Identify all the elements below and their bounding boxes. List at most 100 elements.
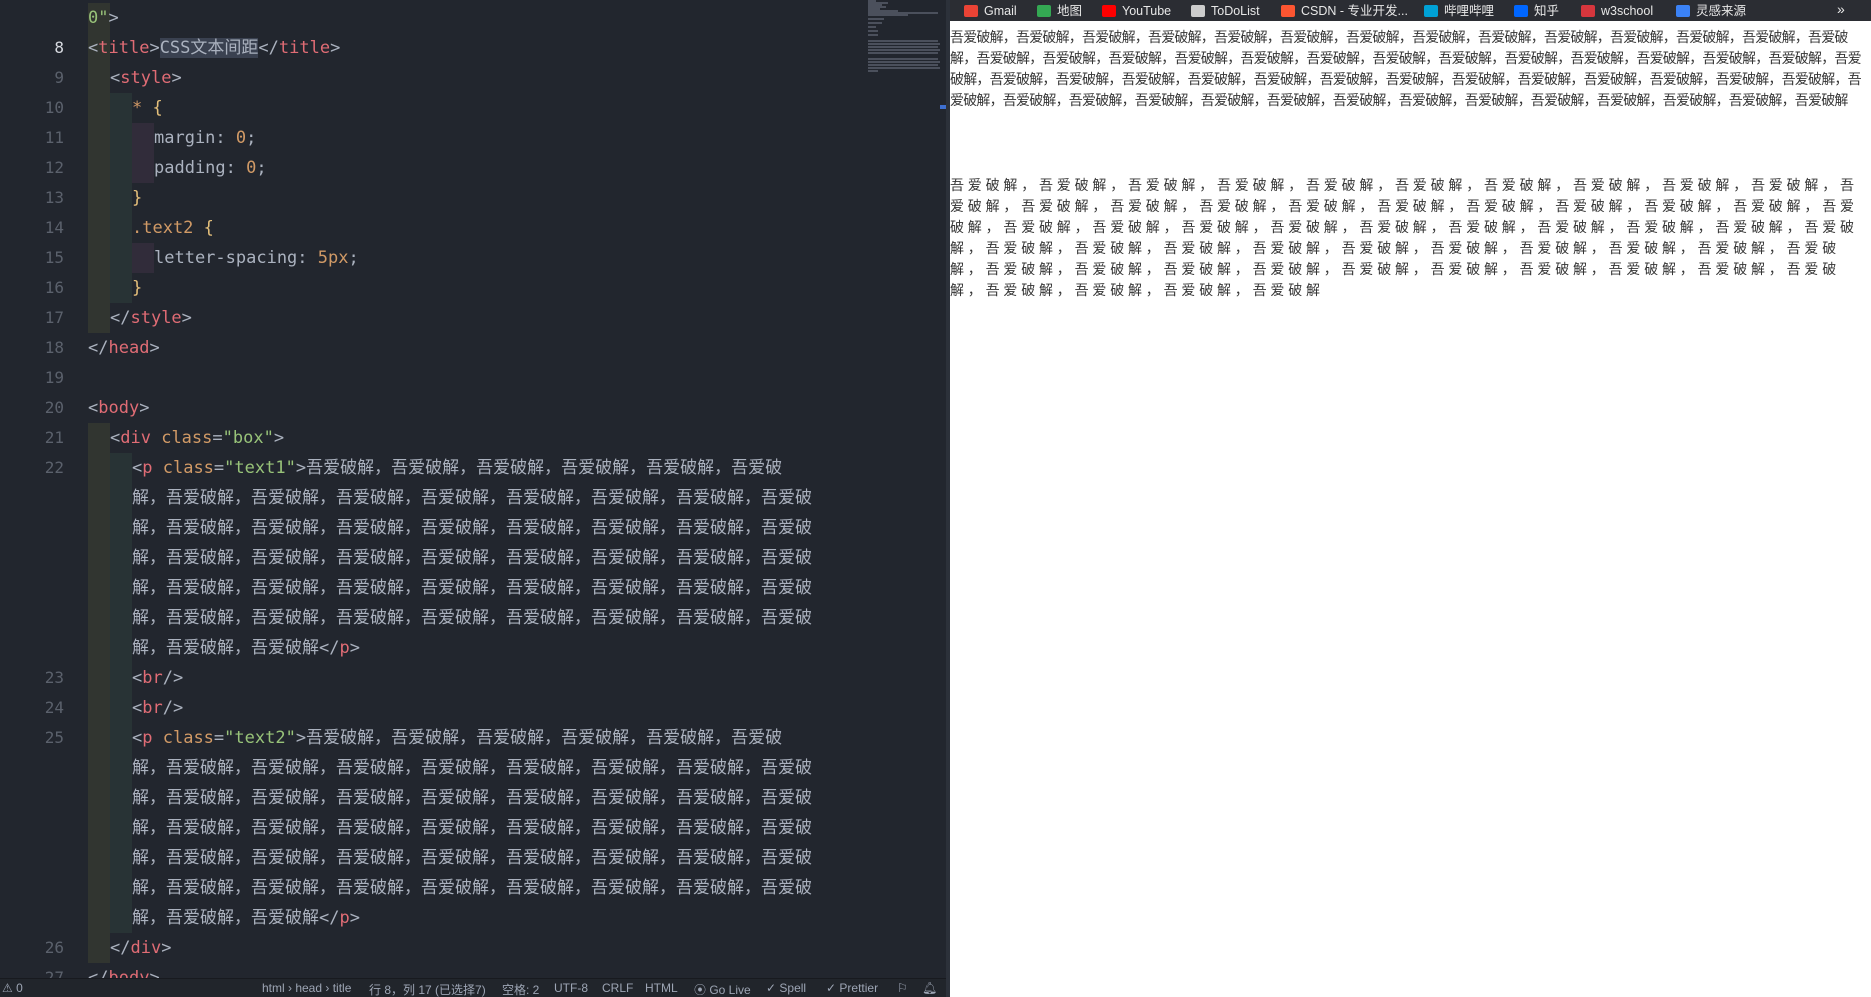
indent-guide bbox=[110, 483, 132, 513]
code-token: < bbox=[132, 728, 143, 748]
minimap-line bbox=[868, 34, 878, 36]
indent-guide bbox=[110, 843, 132, 873]
code-line[interactable]: <style> bbox=[110, 63, 182, 93]
code-line[interactable]: 解，吾爱破解，吾爱破解</p> bbox=[132, 903, 360, 933]
code-line[interactable]: 解，吾爱破解，吾爱破解</p> bbox=[132, 633, 360, 663]
spell-button[interactable]: ✓ Spell bbox=[766, 981, 806, 995]
code-line[interactable]: 解，吾爱破解，吾爱破解，吾爱破解，吾爱破解，吾爱破解，吾爱破解，吾爱破解，吾爱破 bbox=[132, 483, 812, 513]
go-live-button[interactable]: ⦿ Go Live bbox=[694, 981, 751, 997]
minimap-line bbox=[868, 14, 908, 16]
indent-guide bbox=[110, 273, 132, 303]
cursor-position[interactable]: 行 8，列 17 (已选择7) bbox=[369, 981, 486, 997]
code-line[interactable]: 解，吾爱破解，吾爱破解，吾爱破解，吾爱破解，吾爱破解，吾爱破解，吾爱破解，吾爱破 bbox=[132, 813, 812, 843]
indent-guide bbox=[110, 693, 132, 723]
spell-label: Spell bbox=[779, 981, 807, 995]
code-line[interactable]: 解，吾爱破解，吾爱破解，吾爱破解，吾爱破解，吾爱破解，吾爱破解，吾爱破解，吾爱破 bbox=[132, 873, 812, 903]
code-token: < bbox=[88, 398, 99, 418]
code-line[interactable]: 解，吾爱破解，吾爱破解，吾爱破解，吾爱破解，吾爱破解，吾爱破解，吾爱破解，吾爱破 bbox=[132, 573, 812, 603]
line-number: 24 bbox=[44, 698, 64, 717]
indent-guide bbox=[110, 813, 132, 843]
bookmark-item[interactable]: Gmail bbox=[964, 3, 1017, 19]
code-line[interactable]: .text2 { bbox=[132, 213, 214, 243]
bookmark-label: 哔哩哔哩 bbox=[1444, 4, 1495, 18]
code-line[interactable]: <br/> bbox=[132, 693, 183, 723]
code-line[interactable]: <p class="text2">吾爱破解，吾爱破解，吾爱破解，吾爱破解，吾爱破… bbox=[132, 723, 782, 753]
bilibili-icon bbox=[1424, 5, 1438, 17]
indent-guide bbox=[88, 873, 110, 903]
bookmark-item[interactable]: YouTube bbox=[1102, 3, 1171, 19]
indentation[interactable]: 空格: 2 bbox=[502, 981, 539, 997]
bookmark-item[interactable]: ToDoList bbox=[1191, 3, 1260, 19]
code-line[interactable]: 解，吾爱破解，吾爱破解，吾爱破解，吾爱破解，吾爱破解，吾爱破解，吾爱破解，吾爱破 bbox=[132, 783, 812, 813]
notifications-bell-icon[interactable]: 🔔︎ bbox=[922, 981, 937, 995]
code-token: 解，吾爱破解，吾爱破解 bbox=[132, 908, 319, 928]
code-line[interactable]: margin: 0; bbox=[154, 123, 256, 153]
code-token: 0 bbox=[246, 158, 257, 178]
code-token: < bbox=[132, 698, 143, 718]
indent-guide bbox=[88, 813, 110, 843]
code-line[interactable]: <body> bbox=[88, 393, 149, 423]
code-token: } bbox=[132, 278, 143, 298]
code-token: 解，吾爱破解，吾爱破解，吾爱破解，吾爱破解，吾爱破解，吾爱破解，吾爱破解，吾爱破 bbox=[132, 758, 812, 778]
code-line[interactable]: </style> bbox=[110, 303, 192, 333]
code-token: 解，吾爱破解，吾爱破解 bbox=[132, 638, 319, 658]
minimap-line bbox=[868, 49, 942, 51]
code-line[interactable]: } bbox=[132, 273, 142, 303]
code-line[interactable]: * { bbox=[132, 93, 163, 123]
language-mode[interactable]: HTML bbox=[645, 981, 678, 995]
indent-guide bbox=[110, 723, 132, 753]
code-token: > bbox=[330, 38, 341, 58]
code-token: } bbox=[132, 188, 143, 208]
code-editor[interactable]: 8 9 10 11 12 13 14 15 16 17 18 19 20 21 22 23 24 25 26 27 0… bbox=[0, 0, 946, 980]
indent-guide bbox=[88, 273, 110, 303]
code-line[interactable]: 解，吾爱破解，吾爱破解，吾爱破解，吾爱破解，吾爱破解，吾爱破解，吾爱破解，吾爱破 bbox=[132, 543, 812, 573]
code-line[interactable]: <p class="text1">吾爱破解，吾爱破解，吾爱破解，吾爱破解，吾爱破… bbox=[132, 453, 782, 483]
indent-guide bbox=[88, 693, 110, 723]
bookmarks-more-button[interactable]: » bbox=[1837, 1, 1845, 17]
bookmark-item[interactable]: 知乎 bbox=[1514, 3, 1559, 19]
code-line[interactable]: } bbox=[132, 183, 142, 213]
bookmark-item[interactable]: 哔哩哔哩 bbox=[1424, 3, 1494, 19]
line-number-gutter: 8 9 10 11 12 13 14 15 16 17 18 19 20 21 22 23 24 25 26 27 bbox=[0, 0, 80, 980]
code-line[interactable]: 解，吾爱破解，吾爱破解，吾爱破解，吾爱破解，吾爱破解，吾爱破解，吾爱破解，吾爱破 bbox=[132, 603, 812, 633]
code-token: class bbox=[162, 728, 214, 748]
indent-guide bbox=[110, 543, 132, 573]
breadcrumb[interactable]: html › head › title bbox=[262, 981, 351, 995]
minimap-line bbox=[868, 26, 876, 28]
code-line[interactable]: <title>CSS文本间距</title> bbox=[88, 33, 340, 63]
code-line[interactable]: <br/> bbox=[132, 663, 183, 693]
indent-guide bbox=[88, 153, 110, 183]
code-token: ; bbox=[246, 128, 257, 148]
bookmark-item[interactable]: 地图 bbox=[1037, 3, 1082, 19]
code-line[interactable]: 解，吾爱破解，吾爱破解，吾爱破解，吾爱破解，吾爱破解，吾爱破解，吾爱破解，吾爱破 bbox=[132, 843, 812, 873]
indent-guide bbox=[110, 183, 132, 213]
minimap[interactable] bbox=[864, 0, 942, 90]
code-token: "text2" bbox=[224, 728, 296, 748]
minimap-line bbox=[868, 30, 878, 32]
indent-guide bbox=[132, 123, 154, 153]
code-token: body bbox=[98, 398, 140, 418]
code-line[interactable]: 0"> bbox=[88, 3, 119, 33]
problems-indicator[interactable]: ⚠ 0 bbox=[2, 981, 23, 995]
indent-guide bbox=[110, 573, 132, 603]
bookmark-item[interactable]: w3school bbox=[1581, 3, 1653, 19]
code-line[interactable]: </head> bbox=[88, 333, 160, 363]
bookmark-item[interactable]: CSDN - 专业开发... bbox=[1281, 3, 1408, 19]
prettier-button[interactable]: ✓ Prettier bbox=[826, 981, 878, 995]
line-ending[interactable]: CRLF bbox=[602, 981, 633, 995]
code-token: p bbox=[339, 908, 350, 928]
code-token: 解，吾爱破解，吾爱破解，吾爱破解，吾爱破解，吾爱破解，吾爱破解，吾爱破解，吾爱破 bbox=[132, 788, 812, 808]
indent-guide bbox=[110, 453, 132, 483]
code-line[interactable]: 解，吾爱破解，吾爱破解，吾爱破解，吾爱破解，吾爱破解，吾爱破解，吾爱破解，吾爱破 bbox=[132, 753, 812, 783]
bookmark-item[interactable]: 灵感来源 bbox=[1676, 3, 1746, 19]
code-line[interactable]: </div> bbox=[110, 933, 171, 963]
code-token: head bbox=[108, 338, 150, 358]
status-bar: ⚠ 0 html › head › title 行 8，列 17 (已选择7) … bbox=[0, 978, 946, 997]
code-line[interactable]: <div class="box"> bbox=[110, 423, 284, 453]
encoding[interactable]: UTF-8 bbox=[554, 981, 588, 995]
csdn-icon bbox=[1281, 5, 1295, 17]
code-line[interactable]: padding: 0; bbox=[154, 153, 267, 183]
feedback-icon[interactable]: ⚐ bbox=[897, 981, 908, 995]
code-line[interactable]: 解，吾爱破解，吾爱破解，吾爱破解，吾爱破解，吾爱破解，吾爱破解，吾爱破解，吾爱破 bbox=[132, 513, 812, 543]
code-line[interactable]: letter-spacing: 5px; bbox=[154, 243, 359, 273]
